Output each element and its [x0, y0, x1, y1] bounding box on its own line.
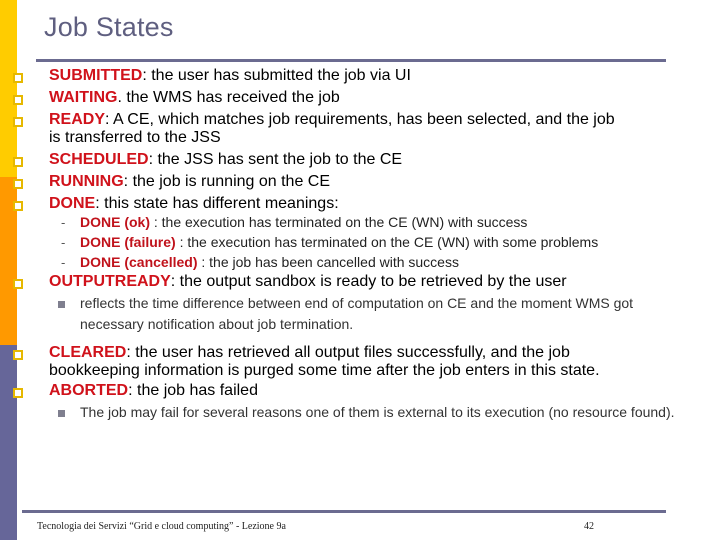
substate-desc: : the job has been cancelled with succes… [197, 254, 459, 270]
state-name: RUNNING [49, 173, 124, 190]
state-sep: . [117, 89, 127, 106]
state-item-outputready: OUTPUTREADY: the output sandbox is ready… [49, 273, 699, 291]
slide-title: Job States [44, 12, 174, 42]
state-desc: the job is running on the CE [132, 173, 331, 190]
state-sep: : [123, 173, 133, 190]
state-sep: : [126, 344, 136, 361]
square-bullet-icon [13, 279, 23, 289]
substate-name: DONE (ok) [80, 214, 150, 230]
square-bullet-icon [13, 157, 23, 167]
outputready-note: reflects the time difference between end… [80, 295, 634, 332]
dash-bullet-icon: - [61, 235, 66, 250]
square-bullet-icon [13, 201, 23, 211]
state-sep: : [170, 273, 180, 290]
state-name: WAITING [49, 89, 118, 106]
state-item-aborted: ABORTED: the job has failed [49, 382, 699, 400]
state-desc: the user has retrieved all output files … [135, 344, 570, 361]
footer-divider [22, 510, 666, 513]
state-item-ready: READY: A CE, which matches job requireme… [49, 111, 699, 147]
square-bullet-icon [13, 117, 23, 127]
aborted-note: The job may fail for several reasons one… [80, 404, 675, 420]
state-name: SUBMITTED [49, 67, 143, 84]
square-bullet-icon [13, 179, 23, 189]
substate-desc: : the execution has terminated on the CE… [175, 234, 599, 250]
state-desc-cont: bookkeeping information is purged some t… [49, 362, 600, 379]
state-desc: this state has different meanings: [104, 195, 339, 212]
state-item-done: DONE: this state has different meanings: [49, 195, 699, 213]
state-desc: the WMS has received the job [126, 89, 340, 106]
done-substate-failure: DONE (failure) : the execution has termi… [80, 234, 700, 250]
done-substate-cancelled: DONE (cancelled) : the job has been canc… [80, 254, 700, 270]
substate-desc: : the execution has terminated on the CE… [150, 214, 528, 230]
state-desc: A CE, which matches job requirements, ha… [113, 111, 615, 128]
state-item-submitted: SUBMITTED: the user has submitted the jo… [49, 67, 699, 85]
square-bullet-icon [13, 388, 23, 398]
state-name: ABORTED [49, 382, 129, 399]
side-band-yellow [0, 0, 17, 177]
state-sep: : [128, 382, 137, 399]
dash-bullet-icon: - [61, 215, 66, 230]
state-desc-cont: is transferred to the JSS [49, 129, 221, 146]
state-name: SCHEDULED [49, 151, 149, 168]
state-name: CLEARED [49, 344, 127, 361]
state-desc: the output sandbox is ready to be retrie… [179, 273, 567, 290]
gray-square-bullet-icon [58, 410, 65, 417]
state-name: DONE [49, 195, 96, 212]
square-bullet-icon [13, 95, 23, 105]
state-item-scheduled: SCHEDULED: the JSS has sent the job to t… [49, 151, 699, 169]
substate-name: DONE (cancelled) [80, 254, 198, 270]
state-desc: the user has submitted the job via UI [151, 67, 411, 84]
state-sep: : [142, 67, 152, 84]
state-name: READY [49, 111, 106, 128]
square-bullet-icon [13, 73, 23, 83]
state-desc: the JSS has sent the job to the CE [157, 151, 403, 168]
substate-name: DONE (failure) [80, 234, 176, 250]
footer-course-title: Tecnologia dei Servizi “Grid e cloud com… [37, 521, 286, 532]
state-sep: : [105, 111, 114, 128]
side-band-purple [0, 345, 17, 540]
state-item-cleared: CLEARED: the user has retrieved all outp… [49, 344, 699, 380]
state-item-running: RUNNING: the job is running on the CE [49, 173, 699, 191]
gray-square-bullet-icon [58, 301, 65, 308]
dash-bullet-icon: - [61, 255, 66, 270]
state-sep: : [95, 195, 105, 212]
square-bullet-icon [13, 350, 23, 360]
state-desc: the job has failed [137, 382, 258, 399]
title-divider [36, 59, 666, 62]
state-name: OUTPUTREADY [49, 273, 171, 290]
page-number: 42 [584, 521, 594, 532]
state-item-waiting: WAITING. the WMS has received the job [49, 89, 699, 107]
done-substate-ok: DONE (ok) : the execution has terminated… [80, 214, 700, 230]
